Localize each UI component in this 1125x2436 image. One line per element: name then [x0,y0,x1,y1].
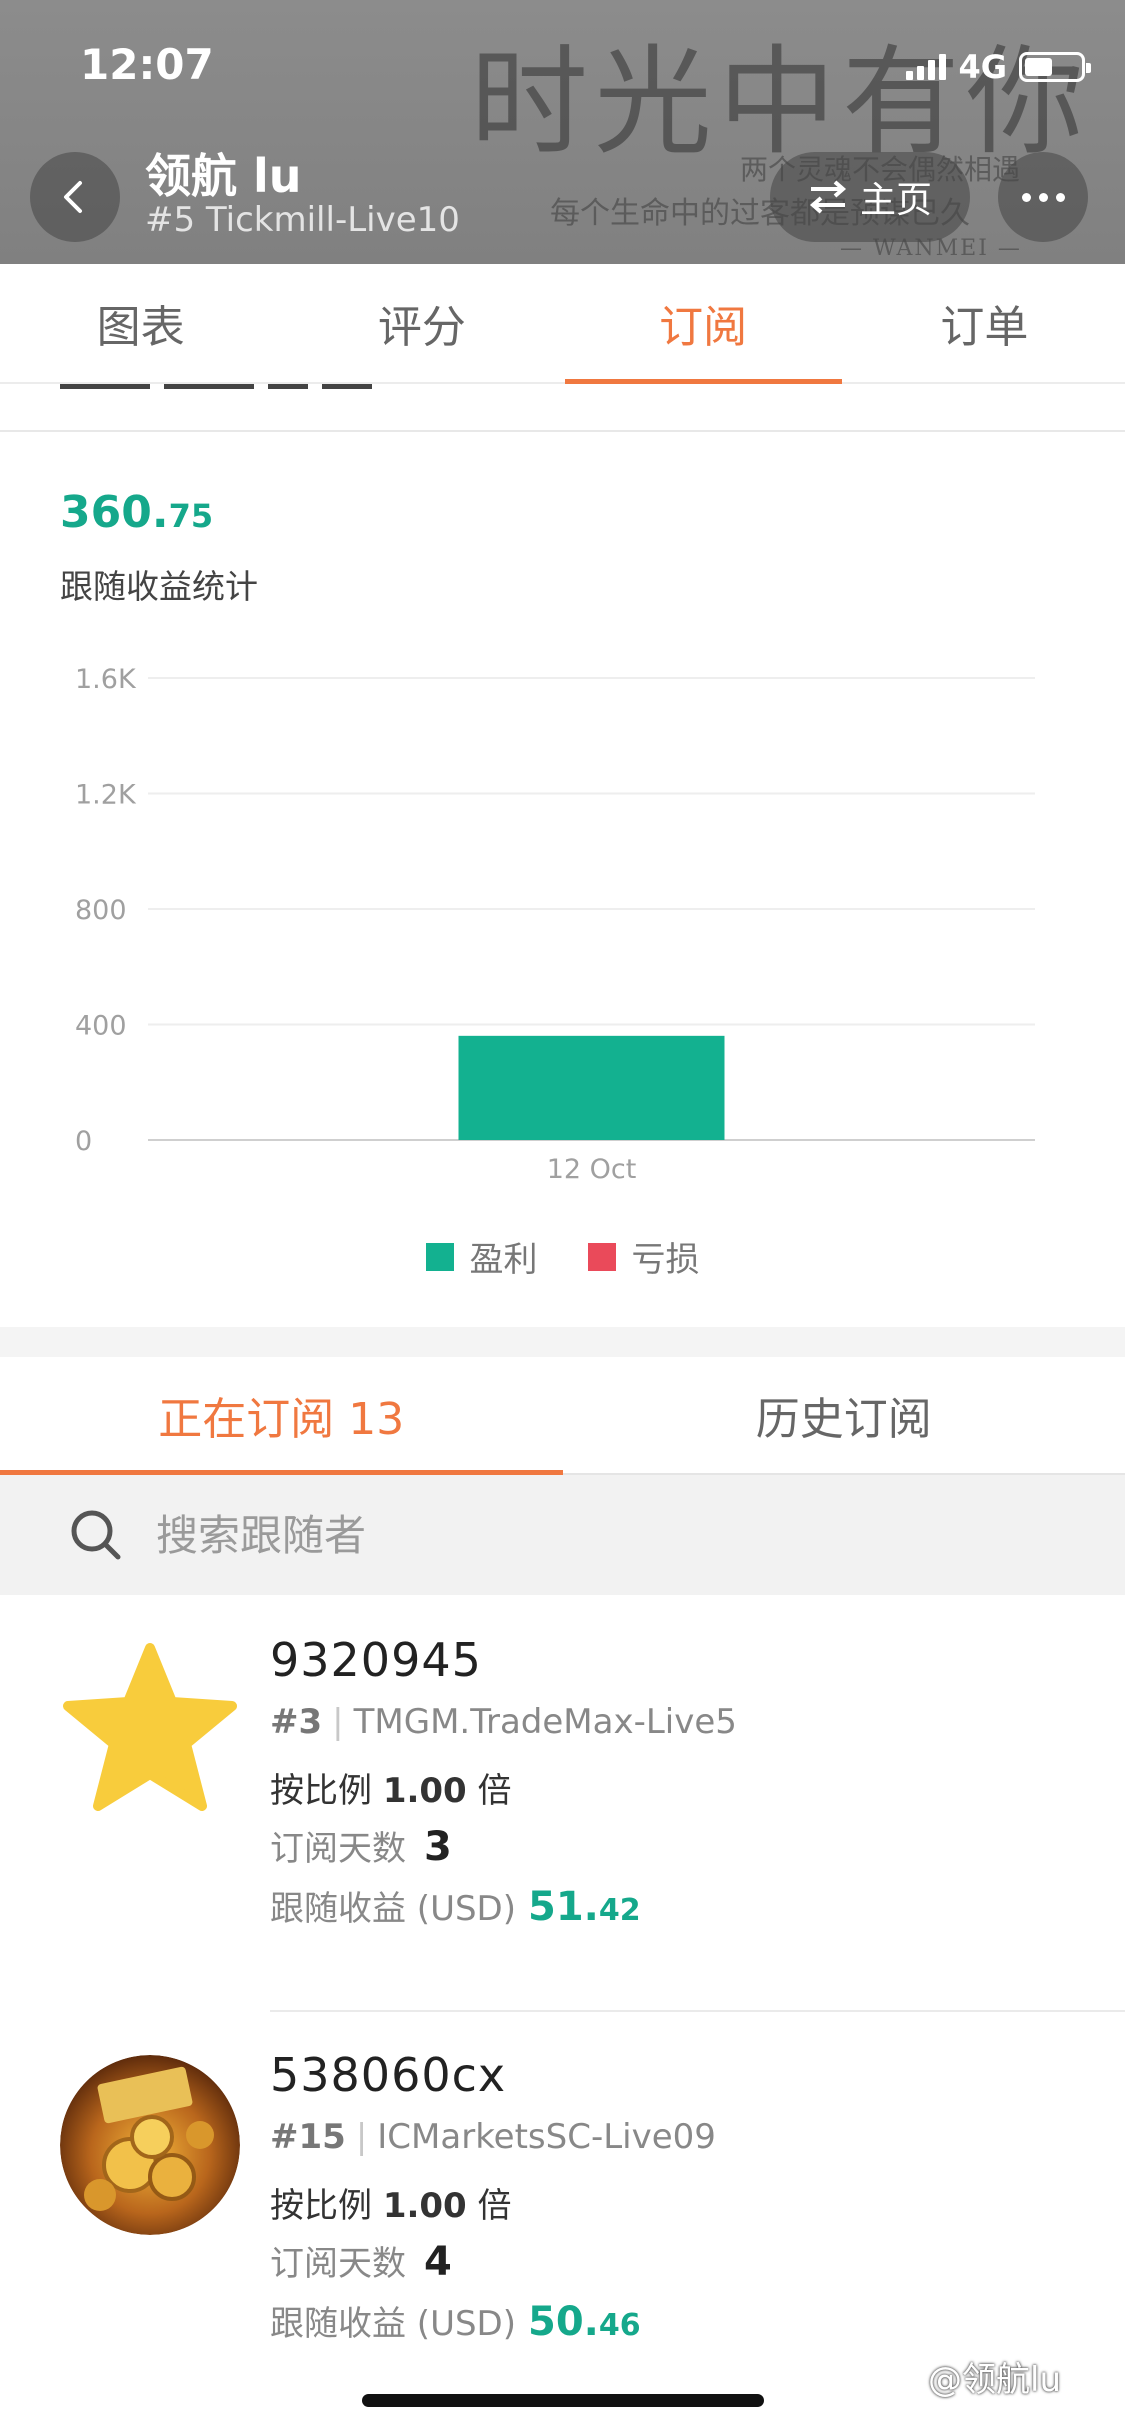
page-title: 领航 lu [145,149,302,203]
y-tick-label: 1.6K [75,664,137,695]
follower-rank-server: #3 | TMGM.TradeMax-Live5 [270,1702,737,1742]
tab-current-subscriptions[interactable]: 正在订阅 13 [0,1357,563,1475]
tab-history-subscriptions[interactable]: 历史订阅 [563,1357,1125,1473]
follower-name: 538060cx [270,2048,507,2102]
tab-orders[interactable]: 订单 [844,264,1125,382]
x-tick-label: 12 Oct [547,1154,637,1185]
y-tick-label: 800 [75,895,127,926]
profit-bar-chart: 0 400 800 1.2K 1.6K 12 Oct [75,664,1035,1185]
follower-days: 订阅天数 4 [270,2239,452,2285]
y-tick-label: 1.2K [75,780,137,811]
status-indicators: 4G [906,48,1091,86]
search-icon [71,1510,121,1560]
legend-label-loss: 亏损 [631,1240,700,1280]
clipped-section-header [0,384,1125,432]
legend-swatch-loss [587,1242,616,1271]
search-bar [0,1475,1125,1595]
chevron-left-icon [64,181,82,213]
battery-icon [1019,52,1091,82]
follower-rank-server: #15 | ICMarketsSC-Live09 [270,2117,716,2157]
section-divider [0,1327,1125,1357]
signal-icon [906,54,947,80]
follower-days: 订阅天数 3 [270,1824,452,1870]
list-item[interactable]: 9320945 #3 | TMGM.TradeMax-Live5 按比例 1.00 … [0,1595,1125,2010]
tab-subscription[interactable]: 订阅 [563,264,844,384]
chart-legend: 盈利 亏损 [0,1232,1125,1281]
follow-profit-card: 360.75 跟随收益统计 0 400 800 1.2K 1.6K 12 Oct 盈利 亏… [0,432,1125,1327]
follower-profit: 跟随收益 (USD) 50.46 [270,2299,641,2345]
legend-item-loss[interactable]: 亏损 [587,1232,700,1281]
more-dots-icon [1021,192,1031,202]
swap-icon [809,180,847,214]
search-followers-input[interactable] [156,1510,1056,1560]
status-time: 12:07 [80,40,214,89]
profit-caption: 跟随收益统计 [60,567,258,606]
watermark: @领航lu [928,2360,1061,2400]
legend-label-profit: 盈利 [469,1240,538,1280]
more-button[interactable] [998,152,1088,242]
main-tab-bar: 图表 评分 订阅 订单 [0,264,1125,384]
back-button[interactable] [30,152,120,242]
follower-ratio: 按比例 1.00 倍 [270,2186,512,2226]
star-avatar [60,1640,240,1820]
follower-ratio: 按比例 1.00 倍 [270,1771,512,1811]
subscription-tab-bar: 正在订阅 13 历史订阅 [0,1357,1125,1475]
follower-list: 9320945 #3 | TMGM.TradeMax-Live5 按比例 1.00 … [0,1595,1125,2425]
legend-swatch-profit [425,1242,454,1271]
legend-item-profit[interactable]: 盈利 [425,1232,538,1281]
profile-header: 时光中有你 两个灵魂不会偶然相遇 每个生命中的过客都是预谋已久 — WANMEI… [0,0,1125,264]
tab-rating[interactable]: 评分 [281,264,562,382]
total-follow-profit: 360.75 [60,487,214,538]
network-type: 4G [958,48,1007,86]
follower-name: 9320945 [270,1633,482,1687]
bar-12-oct [458,1035,725,1140]
y-tick-label: 400 [75,1011,127,1042]
account-subtitle: #5 Tickmill-Live10 [145,200,460,240]
home-indicator[interactable] [362,2394,764,2407]
gold-coins-avatar [60,2055,240,2235]
home-button-label: 主页 [859,180,932,221]
tab-chart[interactable]: 图表 [0,264,281,382]
follower-profit: 跟随收益 (USD) 51.42 [270,1884,641,1930]
home-button[interactable]: 主页 [770,152,970,242]
y-tick-label: 0 [75,1126,92,1157]
